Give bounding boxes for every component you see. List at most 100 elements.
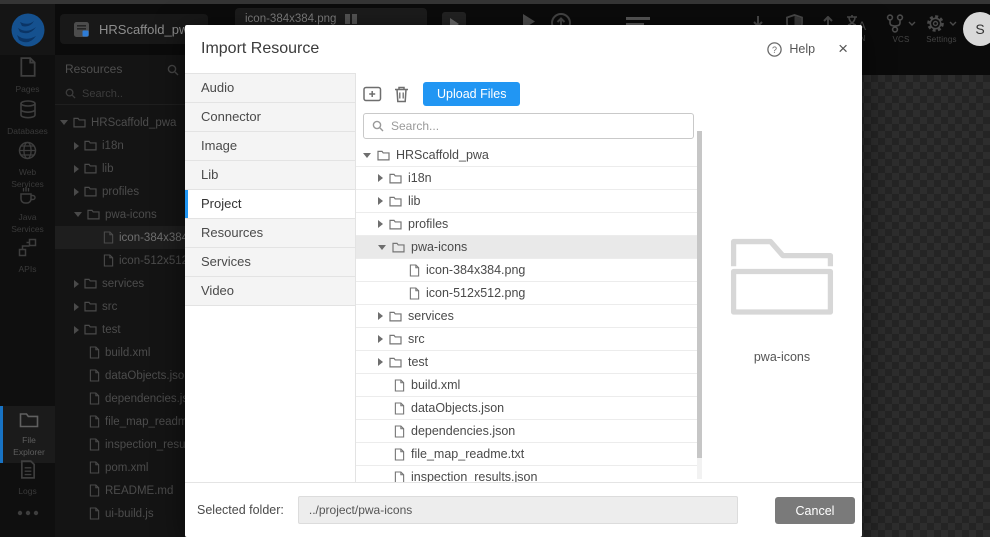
expand-arrow-icon[interactable]	[378, 174, 383, 182]
search-icon	[65, 88, 76, 99]
upload-files-button[interactable]: Upload Files	[423, 82, 521, 106]
tree-file-ui-build.js[interactable]: ui-build.js	[55, 502, 185, 525]
tree-item-label: profiles	[408, 217, 449, 231]
collapse-arrow-icon[interactable]	[74, 212, 82, 217]
tree-folder-services[interactable]: services	[356, 305, 702, 328]
tree-item-label: dataObjects.json	[105, 369, 185, 382]
sidebar-item-apis[interactable]: APIs	[0, 238, 55, 274]
sidebar-item-label: Java	[18, 212, 37, 222]
tree-file-dataObjects.json[interactable]: dataObjects.json	[356, 397, 702, 420]
folder-icon	[19, 413, 39, 432]
navigator-rail: Pages Databases Web Services Java Services API…	[0, 55, 55, 537]
user-avatar[interactable]: S	[963, 12, 990, 46]
tab-audio[interactable]: Audio	[185, 74, 355, 103]
delete-trash-icon[interactable]	[394, 86, 409, 103]
folder-icon	[84, 140, 97, 151]
tree-file-pom.xml[interactable]: pom.xml	[55, 456, 185, 479]
tab-image[interactable]: Image	[185, 132, 355, 161]
tree-folder-profiles[interactable]: profiles	[55, 180, 185, 203]
expand-arrow-icon[interactable]	[378, 312, 383, 320]
tree-folder-HRScaffold_pwa[interactable]: HRScaffold_pwa	[55, 111, 185, 134]
tree-file-dependencies.json[interactable]: dependencies.json	[356, 420, 702, 443]
tab-resources[interactable]: Resources	[185, 219, 355, 248]
tab-lib[interactable]: Lib	[185, 161, 355, 190]
selected-folder-label: Selected folder:	[197, 503, 284, 517]
expand-arrow-icon[interactable]	[74, 279, 79, 288]
tree-item-label: test	[408, 355, 429, 369]
collapse-arrow-icon[interactable]	[378, 244, 386, 250]
tree-file-dataObjects.json[interactable]: dataObjects.json	[55, 364, 185, 387]
tree-folder-pwa-icons[interactable]: pwa-icons	[55, 203, 185, 226]
expand-arrow-icon[interactable]	[74, 164, 79, 173]
sidebar-item-java-services[interactable]: Java Services	[0, 186, 55, 234]
tree-folder-src[interactable]: src	[55, 295, 185, 318]
tree-file-inspection_results.json[interactable]: inspection_results.json	[55, 433, 185, 456]
sidebar-item-logs[interactable]: Logs	[0, 460, 55, 496]
tab-services[interactable]: Services	[185, 248, 355, 277]
tree-folder-lib[interactable]: lib	[356, 190, 702, 213]
folder-icon	[84, 278, 97, 289]
expand-arrow-icon[interactable]	[74, 141, 79, 150]
tree-file-inspection_results.json[interactable]: inspection_results.json	[356, 466, 702, 482]
database-icon	[19, 100, 37, 123]
tree-folder-i18n[interactable]: i18n	[356, 167, 702, 190]
tree-folder-lib[interactable]: lib	[55, 157, 185, 180]
tree-file-file_map_readme.txt[interactable]: file_map_readme.txt	[55, 410, 185, 433]
dialog-content: Upload Files Search... HRScaffold_pwa i18…	[356, 73, 702, 482]
app-logo[interactable]	[0, 4, 55, 55]
sidebar-item-label: Explorer	[13, 447, 45, 457]
close-icon[interactable]: ×	[838, 39, 848, 59]
file-icon	[394, 447, 405, 461]
resource-type-tabs: Audio Connector Image Lib Project Resources Se…	[185, 73, 355, 306]
search-icon[interactable]	[167, 63, 179, 81]
tree-folder-test[interactable]: test	[55, 318, 185, 341]
help-button[interactable]: Help	[789, 42, 815, 56]
tree-item-label: lib	[102, 162, 114, 175]
vcs-menu-button[interactable]: VCS	[886, 14, 916, 44]
tree-folder-src[interactable]: src	[356, 328, 702, 351]
resources-search-input[interactable]: Search..	[55, 83, 185, 105]
tree-file-build.xml[interactable]: build.xml	[356, 374, 702, 397]
expand-arrow-icon[interactable]	[378, 358, 383, 366]
dialog-title: Import Resource	[201, 40, 320, 57]
tree-file-icon-512x512.png[interactable]: icon-512x512.png	[356, 282, 702, 305]
tree-file-README.md[interactable]: README.md	[55, 479, 185, 502]
tree-file-icon-384x384.png[interactable]: icon-384x384.png	[55, 226, 185, 249]
sidebar-item-pages[interactable]: Pages	[0, 57, 55, 94]
help-icon[interactable]: ?	[767, 41, 783, 57]
expand-arrow-icon[interactable]	[74, 325, 79, 334]
cancel-button[interactable]: Cancel	[775, 497, 855, 524]
tab-connector[interactable]: Connector	[185, 103, 355, 132]
expand-arrow-icon[interactable]	[378, 220, 383, 228]
tab-project[interactable]: Project	[185, 190, 355, 219]
tree-file-icon-512x512.png[interactable]: icon-512x512.png	[55, 249, 185, 272]
expand-arrow-icon[interactable]	[378, 335, 383, 343]
file-icon	[89, 392, 100, 405]
sidebar-item-file-explorer[interactable]: File Explorer	[0, 406, 55, 463]
tab-video[interactable]: Video	[185, 277, 355, 306]
tree-file-build.xml[interactable]: build.xml	[55, 341, 185, 364]
expand-arrow-icon[interactable]	[378, 197, 383, 205]
tree-folder-services[interactable]: services	[55, 272, 185, 295]
sidebar-item-web-services[interactable]: Web Services	[0, 141, 55, 189]
selected-folder-input[interactable]	[297, 496, 738, 524]
tree-folder-i18n[interactable]: i18n	[55, 134, 185, 157]
tree-folder-profiles[interactable]: profiles	[356, 213, 702, 236]
sidebar-item-databases[interactable]: Databases	[0, 100, 55, 136]
collapse-arrow-icon[interactable]	[60, 120, 68, 125]
tree-item-label: HRScaffold_pwa	[396, 148, 489, 162]
collapse-arrow-icon[interactable]	[363, 152, 371, 158]
new-folder-icon[interactable]	[363, 86, 382, 102]
settings-menu-button[interactable]: Settings	[926, 14, 957, 44]
sidebar-item-more[interactable]	[0, 503, 55, 521]
tree-folder-HRScaffold_pwa[interactable]: HRScaffold_pwa	[356, 144, 702, 167]
tree-folder-test[interactable]: test	[356, 351, 702, 374]
expand-arrow-icon[interactable]	[74, 187, 79, 196]
tree-search-input[interactable]: Search...	[363, 113, 694, 139]
sidebar-item-label: Services	[11, 224, 44, 234]
tree-folder-pwa-icons[interactable]: pwa-icons	[356, 236, 702, 259]
tree-file-icon-384x384.png[interactable]: icon-384x384.png	[356, 259, 702, 282]
expand-arrow-icon[interactable]	[74, 302, 79, 311]
tree-file-dependencies.json[interactable]: dependencies.json	[55, 387, 185, 410]
tree-file-file_map_readme.txt[interactable]: file_map_readme.txt	[356, 443, 702, 466]
